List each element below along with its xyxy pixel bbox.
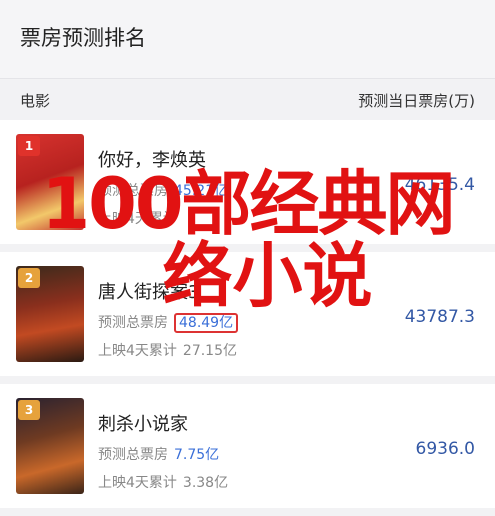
movie-poster[interactable]: 2 bbox=[16, 266, 84, 362]
released-total: 上映4天累计 3.38亿 bbox=[98, 472, 228, 492]
movie-poster[interactable]: 1 bbox=[16, 134, 84, 230]
predicted-total-label: 预测总票房 bbox=[98, 183, 168, 199]
predicted-today-boxoffice: 43787.3 bbox=[404, 307, 475, 327]
list-item[interactable]: 3 刺杀小说家 预测总票房 7.75亿 上映4天累计 3.38亿 6936.0 bbox=[0, 384, 495, 516]
predicted-total: 预测总票房 48.49亿 bbox=[98, 312, 239, 333]
movie-poster[interactable]: 3 bbox=[16, 398, 84, 494]
ranking-list: 1 你好，李焕英 预测总票房 45.21亿 上映4天累计 46135.4 2 唐人… bbox=[0, 120, 495, 516]
column-header-movie: 电影 bbox=[20, 92, 51, 110]
released-total-label: 上映4天累计 bbox=[98, 211, 177, 227]
released-total-value: 27.15亿 bbox=[182, 343, 238, 359]
page-title: 票房预测排名 bbox=[20, 26, 146, 50]
released-total-value: 3.38亿 bbox=[182, 475, 229, 491]
rank-badge: 2 bbox=[18, 268, 40, 288]
predicted-total: 预测总票房 45.21亿 bbox=[98, 180, 228, 200]
rank-badge: 3 bbox=[18, 400, 40, 420]
predicted-total-value: 45.21亿 bbox=[174, 183, 229, 199]
predicted-today-boxoffice: 6936.0 bbox=[415, 439, 475, 459]
page-header: 票房预测排名 bbox=[0, 0, 495, 79]
predicted-today-boxoffice: 46135.4 bbox=[404, 175, 475, 195]
column-headers: 电影 预测当日票房(万) bbox=[0, 79, 495, 119]
list-item[interactable]: 1 你好，李焕英 预测总票房 45.21亿 上映4天累计 46135.4 bbox=[0, 120, 495, 252]
released-total-label: 上映4天累计 bbox=[98, 475, 177, 491]
released-total: 上映4天累计 27.15亿 bbox=[98, 340, 237, 360]
rank-badge: 1 bbox=[18, 136, 40, 156]
list-item[interactable]: 2 唐人街探案3 预测总票房 48.49亿 上映4天累计 27.15亿 43787.… bbox=[0, 252, 495, 384]
predicted-total-label: 预测总票房 bbox=[98, 315, 168, 331]
predicted-total-label: 预测总票房 bbox=[98, 447, 168, 463]
movie-title[interactable]: 刺杀小说家 bbox=[98, 410, 188, 436]
predicted-total-value: 48.49亿 bbox=[174, 313, 239, 333]
movie-title[interactable]: 唐人街探案3 bbox=[98, 278, 199, 304]
predicted-total-value: 7.75亿 bbox=[174, 447, 220, 463]
released-total: 上映4天累计 bbox=[98, 208, 183, 228]
movie-title[interactable]: 你好，李焕英 bbox=[98, 146, 206, 172]
column-header-today-boxoffice[interactable]: 预测当日票房(万) bbox=[358, 90, 475, 111]
released-total-label: 上映4天累计 bbox=[98, 343, 177, 359]
predicted-total: 预测总票房 7.75亿 bbox=[98, 444, 219, 464]
